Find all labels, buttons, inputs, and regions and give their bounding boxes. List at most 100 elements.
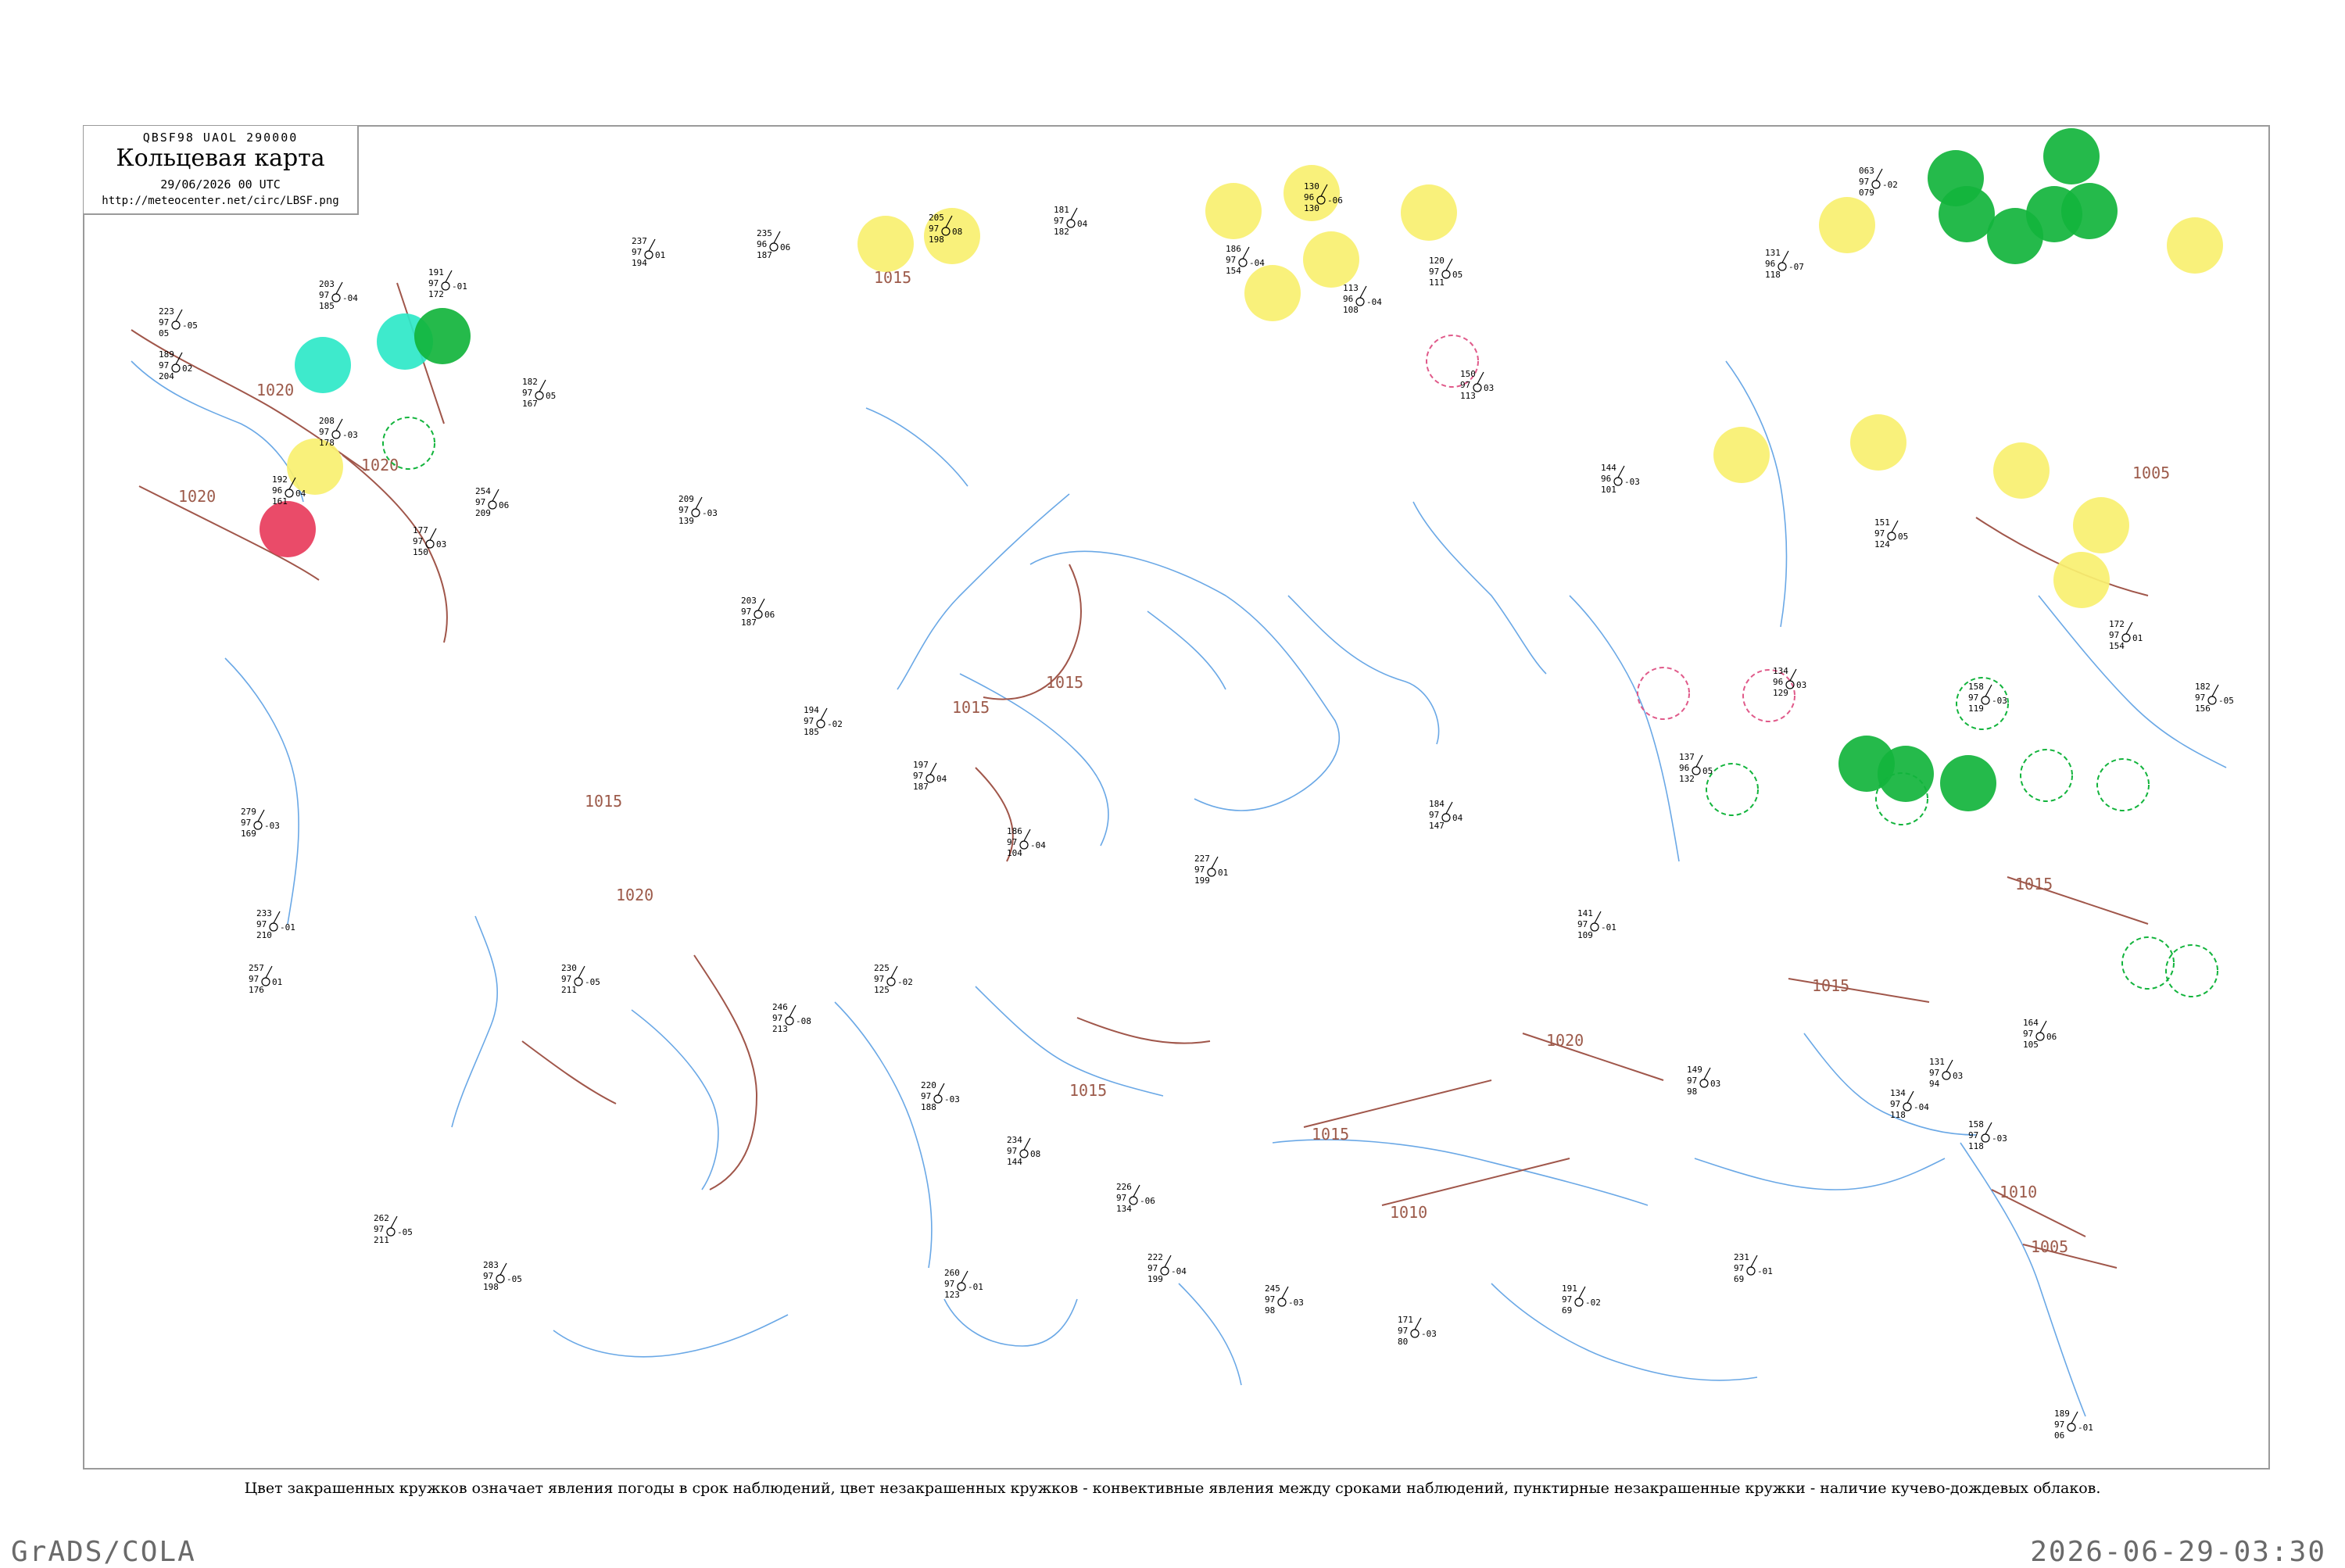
station-value-2: 156: [2195, 703, 2211, 714]
station-value-2: 98: [1265, 1305, 1275, 1316]
station-plot[interactable]: 15097113 03: [1460, 369, 1494, 401]
station-marker: [1699, 1079, 1709, 1088]
station-value-2: 182: [1054, 227, 1069, 237]
station-plot[interactable]: 15897118 -03: [1968, 1119, 2007, 1151]
station-plot[interactable]: 14197109 -01: [1577, 908, 1616, 940]
wind-barb: [175, 352, 183, 365]
station-plot[interactable]: 13196118 -07: [1765, 248, 1804, 280]
coastline-segment: [897, 493, 1070, 690]
coastline-segment: [1178, 1283, 1242, 1386]
synoptic-map[interactable]: 1020 1020 1020 1015 1015 1015 1015 1020 1015 1015…: [84, 127, 2268, 1468]
station-plot[interactable]: 13496129 03: [1773, 666, 1806, 698]
station-tendency: -01: [452, 281, 467, 292]
station-plot[interactable]: 25497209 06: [475, 486, 509, 518]
station-plot[interactable]: 16497105 06: [2023, 1018, 2057, 1050]
map-title: Кольцевая карта: [116, 145, 325, 172]
station-plot[interactable]: 18297156 -05: [2195, 682, 2234, 714]
station-plot[interactable]: 20397185 -04: [319, 279, 358, 311]
coastline-segment: [943, 1298, 1078, 1347]
station-value: 97: [1007, 837, 1017, 847]
wind-barb: [1414, 1317, 1422, 1330]
station-plot[interactable]: 1919769 -02: [1562, 1283, 1601, 1316]
wind-barb: [1750, 1255, 1758, 1268]
station-value: 97: [483, 1271, 493, 1281]
station-plot[interactable]: 23596187 06: [757, 228, 790, 260]
map-caption: Цвет закрашенных кружков означает явлени…: [244, 1480, 2101, 1497]
station-value: 96: [1601, 474, 1611, 484]
station-plot[interactable]: 28397198 -05: [483, 1260, 522, 1292]
station-plot[interactable]: 18197182 04: [1054, 205, 1088, 237]
station-pressure: 134: [1773, 666, 1788, 676]
station-plot[interactable]: 19497185 -02: [804, 705, 843, 737]
station-value-2: 079: [1859, 188, 1874, 198]
wind-barb: [445, 270, 453, 283]
station-plot[interactable]: 22797199 01: [1194, 854, 1228, 886]
station-plot[interactable]: 23797194 01: [632, 236, 665, 268]
station-tendency: -03: [944, 1094, 960, 1104]
station-plot[interactable]: 18997204 02: [159, 349, 192, 381]
wind-barb: [1211, 856, 1219, 869]
station-plot[interactable]: 1719780 -03: [1398, 1315, 1437, 1347]
station-plot[interactable]: 1499798 03: [1687, 1065, 1720, 1097]
station-value-2: 185: [319, 301, 335, 311]
station-pressure: 226: [1116, 1182, 1132, 1192]
wind-barb: [2125, 621, 2133, 635]
station-plot[interactable]: 22097188 -03: [921, 1080, 960, 1112]
station-plot[interactable]: 14496101 -03: [1601, 463, 1640, 495]
station-tendency: -04: [1914, 1102, 1929, 1112]
station-plot[interactable]: 22697134 -06: [1116, 1182, 1155, 1214]
coastline-segment: [451, 915, 499, 1128]
station-plot[interactable]: 23097211 -05: [561, 963, 600, 995]
station-value: 97: [741, 607, 751, 617]
wind-barb: [390, 1215, 398, 1229]
station-plot[interactable]: 1899706 -01: [2054, 1409, 2093, 1441]
station-plot[interactable]: 11396108 -04: [1343, 283, 1382, 315]
station-plot[interactable]: 20897178 -03: [319, 416, 358, 448]
station-plot[interactable]: 17297154 01: [2109, 619, 2143, 651]
weather-filled-circle: [1940, 755, 1996, 811]
station-marker: [1277, 1298, 1287, 1307]
station-plot[interactable]: 2459798 -03: [1265, 1283, 1304, 1316]
station-plot[interactable]: 25797176 01: [249, 963, 282, 995]
station-pressure: 151: [1874, 517, 1890, 528]
station-plot[interactable]: 26297211 -05: [374, 1213, 413, 1245]
station-plot[interactable]: 12097111 05: [1429, 256, 1462, 288]
isobar-label: 1015: [2015, 875, 2053, 893]
wind-barb: [1023, 1137, 1031, 1151]
station-plot[interactable]: 13796132 05: [1679, 752, 1713, 784]
convective-circle: [1706, 763, 1759, 816]
station-plot[interactable]: 20397187 06: [741, 596, 775, 628]
station-pressure: 186: [1007, 826, 1022, 836]
station-plot[interactable]: 13497118 -04: [1890, 1088, 1929, 1120]
station-plot[interactable]: 23497144 08: [1007, 1135, 1040, 1167]
station-plot[interactable]: 18297167 05: [522, 377, 556, 409]
station-plot[interactable]: 15197124 05: [1874, 517, 1908, 550]
station-value-2: 118: [1765, 270, 1781, 280]
station-value-2: 118: [1968, 1141, 1984, 1151]
station-tendency: 05: [1898, 532, 1908, 542]
station-value-2: 109: [1577, 930, 1593, 940]
station-plot[interactable]: 2239705 -05: [159, 306, 198, 338]
station-value-2: 194: [632, 258, 647, 268]
station-pressure: 150: [1460, 369, 1476, 379]
station-plot[interactable]: 22597125 -02: [874, 963, 913, 995]
station-plot[interactable]: 27997169 -03: [241, 807, 280, 839]
station-plot[interactable]: 19797187 04: [913, 760, 947, 792]
station-value: 97: [1007, 1146, 1017, 1156]
station-plot[interactable]: 2319769 -01: [1734, 1252, 1773, 1284]
station-plot[interactable]: 1319794 03: [1929, 1057, 1963, 1089]
station-plot[interactable]: 26097123 -01: [944, 1268, 983, 1300]
map-url[interactable]: http://meteocenter.net/circ/LBSF.png: [84, 195, 357, 207]
station-pressure: 246: [772, 1002, 788, 1012]
wind-barb: [429, 528, 437, 541]
station-pressure: 262: [374, 1213, 389, 1223]
station-plot[interactable]: 24697213 -08: [772, 1002, 811, 1034]
station-plot[interactable]: 06397079 -02: [1859, 166, 1898, 198]
station-plot[interactable]: 18497147 04: [1429, 799, 1463, 831]
station-value-2: 154: [1226, 266, 1241, 276]
coastline-segment: [553, 1314, 789, 1358]
station-plot[interactable]: 18697104 -04: [1007, 826, 1046, 858]
station-plot[interactable]: 22297199 -04: [1147, 1252, 1187, 1284]
station-plot[interactable]: 19197172 -01: [428, 267, 467, 299]
station-plot[interactable]: 20997139 -03: [678, 494, 718, 526]
